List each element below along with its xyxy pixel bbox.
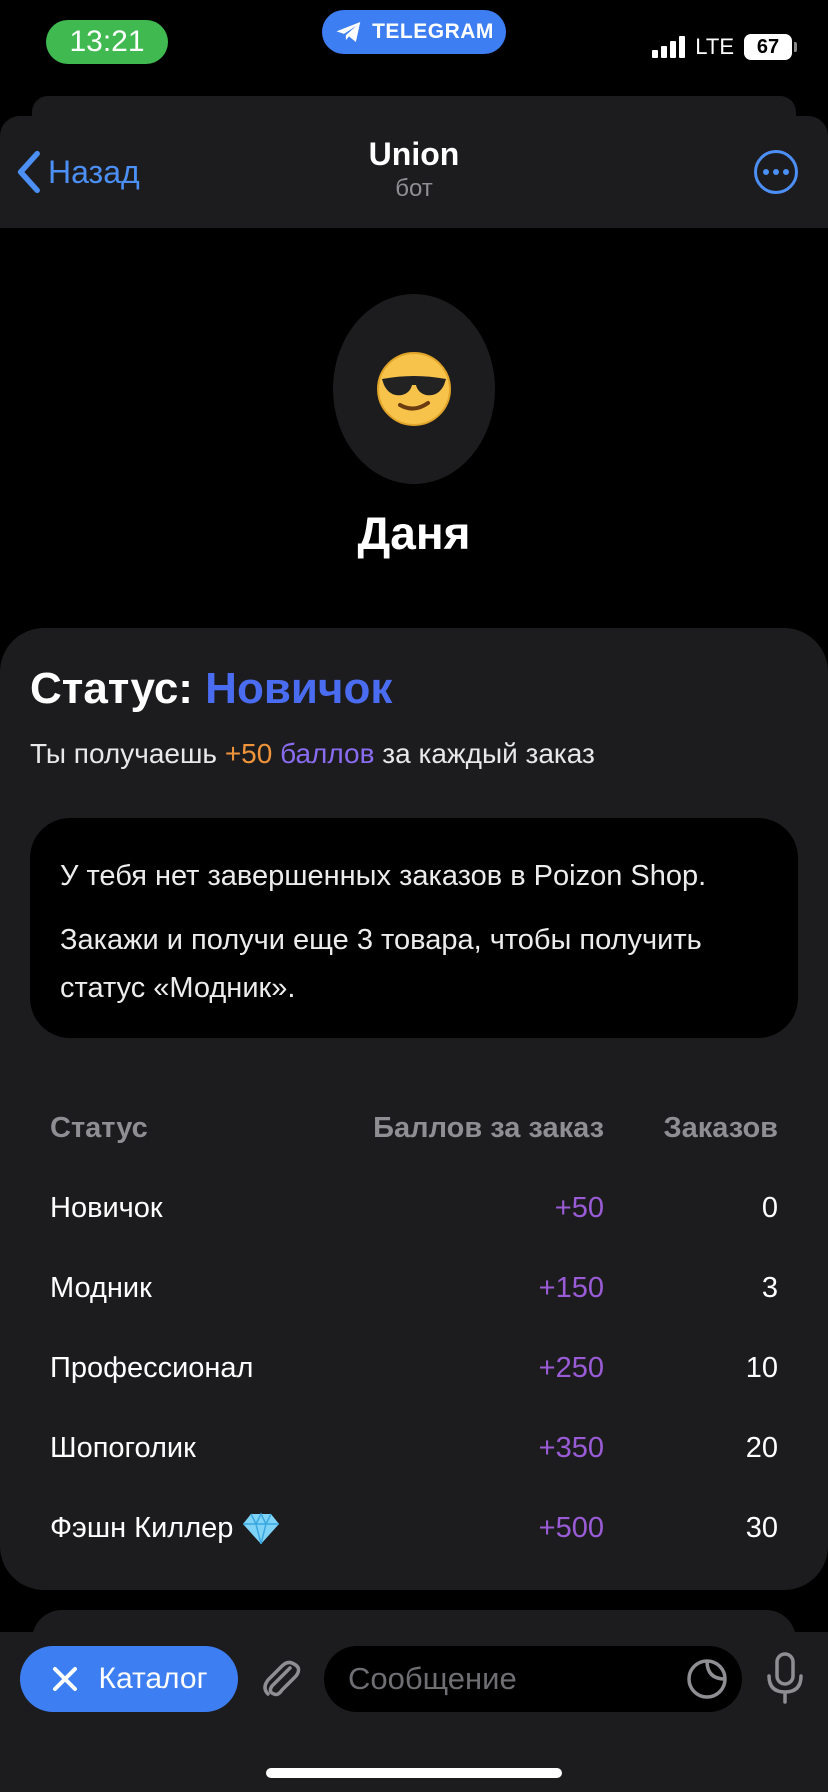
- status-card: Статус: Новичок Ты получаешь +50 баллов …: [0, 628, 828, 1590]
- gain-suffix: за каждый заказ: [382, 738, 595, 769]
- table-row: Модник +150 3: [50, 1248, 778, 1328]
- status-label: Статус:: [30, 664, 193, 713]
- row-status: Новичок: [50, 1192, 163, 1224]
- telegram-return-pill[interactable]: TELEGRAM: [322, 10, 506, 54]
- input-bar: Каталог: [0, 1632, 828, 1792]
- table-header: Статус Баллов за заказ Заказов: [50, 1088, 778, 1168]
- header-orders: Заказов: [663, 1112, 778, 1144]
- row-points: +350: [538, 1432, 604, 1464]
- sticker-icon[interactable]: [686, 1658, 728, 1700]
- chat-title: Union бот: [0, 136, 828, 203]
- catalog-label: Каталог: [98, 1662, 208, 1695]
- message-input[interactable]: [324, 1646, 742, 1712]
- nav-bar: Назад Union бот: [0, 116, 828, 228]
- row-orders: 30: [745, 1512, 778, 1544]
- row-orders: 0: [761, 1192, 778, 1224]
- more-dot-icon: [773, 169, 779, 175]
- row-orders: 3: [761, 1272, 778, 1304]
- header-status: Статус: [50, 1112, 148, 1144]
- row-status: Профессионал: [50, 1352, 254, 1384]
- row-status-cell: Фэшн Киллер: [50, 1488, 281, 1568]
- row-points: +150: [538, 1272, 604, 1304]
- row-status: Модник: [50, 1272, 152, 1304]
- bot-subtitle: бот: [395, 175, 433, 202]
- table-row: Новичок +50 0: [50, 1168, 778, 1248]
- network-type: LTE: [695, 34, 734, 59]
- bot-name: Union: [368, 136, 460, 172]
- orders-info-box: У тебя нет завершенных заказов в Poizon …: [30, 818, 798, 1038]
- sunglasses-emoji-icon: [377, 352, 451, 426]
- row-points: +500: [538, 1512, 604, 1544]
- table-row: Фэшн Киллер +500 30: [50, 1488, 778, 1568]
- battery-level: 67: [756, 35, 780, 58]
- table-row: Шопоголик +350 20: [50, 1408, 778, 1488]
- gain-points: +50: [224, 738, 273, 769]
- row-orders: 10: [745, 1352, 778, 1384]
- points-gain-text: Ты получаешь +50 баллов за каждый заказ: [30, 738, 595, 770]
- info-text: У тебя нет завершенных заказов в Poizon …: [60, 860, 707, 892]
- row-status: Шопоголик: [50, 1432, 196, 1464]
- status-value: Новичок: [205, 664, 393, 713]
- catalog-button[interactable]: Каталог: [20, 1646, 238, 1712]
- more-dot-icon: [763, 169, 769, 175]
- battery-icon: 67: [744, 34, 797, 60]
- home-indicator: [266, 1768, 562, 1778]
- gain-prefix: Ты получаешь: [30, 738, 218, 769]
- header-points: Баллов за заказ: [373, 1112, 604, 1144]
- table-row: Профессионал +250 10: [50, 1328, 778, 1408]
- status-heading: Статус: Новичок: [30, 664, 392, 714]
- attach-icon[interactable]: [256, 1654, 306, 1704]
- profile-name: Даня: [357, 507, 471, 559]
- row-orders: 20: [745, 1432, 778, 1464]
- status-time: 13:21: [46, 20, 168, 64]
- gain-word: баллов: [280, 738, 375, 769]
- avatar: [333, 294, 495, 484]
- system-indicators: LTE 67: [652, 34, 797, 60]
- more-dot-icon: [783, 169, 789, 175]
- info-text: Закажи и получи еще 3 товара, чтобы полу…: [60, 924, 702, 1004]
- more-options-button[interactable]: [754, 150, 798, 194]
- close-icon: [53, 1667, 78, 1691]
- signal-icon: [652, 36, 686, 58]
- status-table: Статус Баллов за заказ Заказов Новичок +…: [50, 1088, 778, 1568]
- row-points: +250: [538, 1352, 604, 1384]
- telegram-icon: [336, 22, 361, 42]
- diamond-icon: [243, 1512, 280, 1545]
- microphone-icon[interactable]: [762, 1650, 808, 1706]
- row-points: +50: [554, 1192, 604, 1224]
- row-status: Фэшн Киллер: [50, 1512, 234, 1544]
- status-bar: 13:21 TELEGRAM LTE 67: [0, 0, 828, 100]
- telegram-label: TELEGRAM: [372, 20, 494, 43]
